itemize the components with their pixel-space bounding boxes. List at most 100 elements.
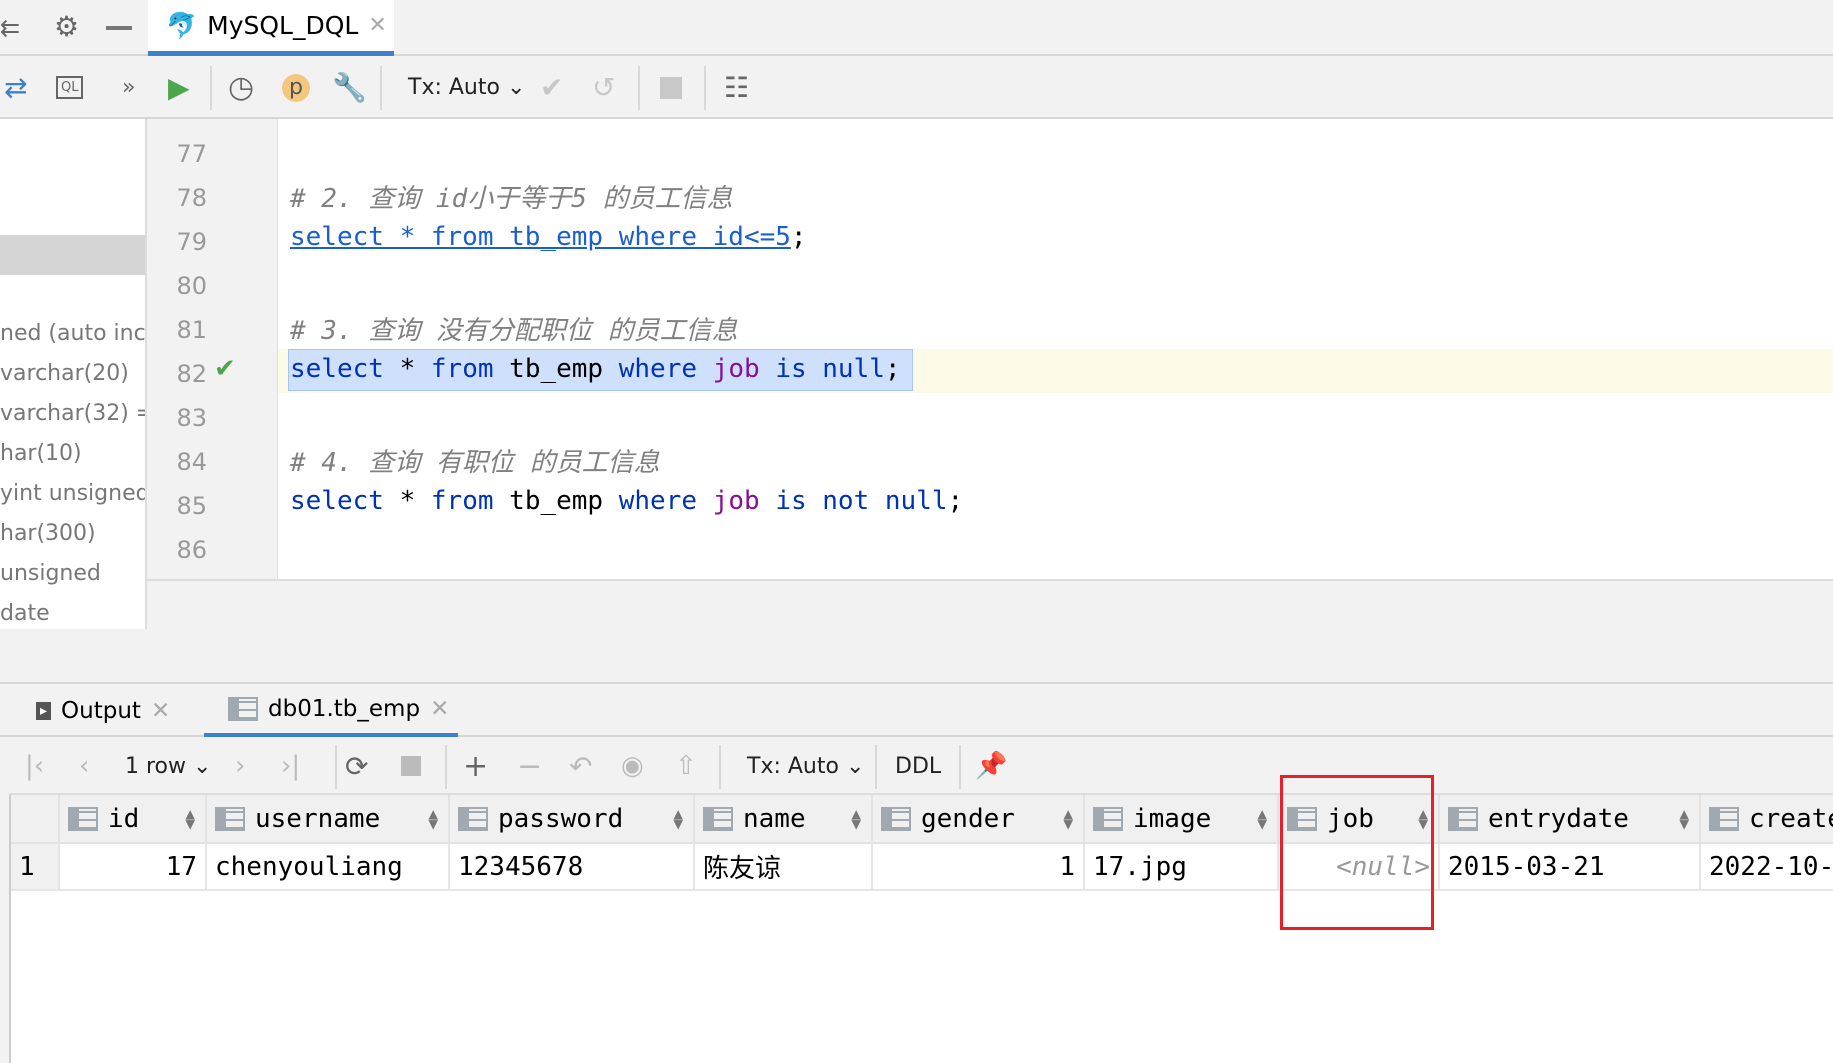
cell-image[interactable]: 17.jpg: [1085, 844, 1279, 891]
pin-icon[interactable]: 📌: [975, 737, 1007, 795]
column-info[interactable]: unsigned: [0, 561, 101, 586]
code-token: from: [430, 486, 494, 516]
code-line[interactable]: select * from tb_emp where job is null;: [290, 354, 901, 384]
sort-icon[interactable]: ▲ ▼: [1063, 805, 1073, 831]
line-number: 77: [176, 140, 207, 168]
more-icon[interactable]: »: [122, 56, 135, 119]
column-header-name[interactable]: name ▲ ▼: [695, 795, 873, 844]
sort-icon[interactable]: ▲ ▼: [851, 805, 861, 831]
code-line[interactable]: # 4. 查询 有职位 的员工信息: [290, 442, 660, 479]
cell-entrydate[interactable]: 2015-03-21: [1440, 844, 1701, 891]
column-header-password[interactable]: password ▲ ▼: [450, 795, 695, 844]
code-token: is not null: [775, 486, 948, 516]
column-info[interactable]: varchar(20): [0, 361, 129, 386]
tab-mysql-dql[interactable]: 🐬 MySQL_DQL ✕: [148, 0, 394, 56]
close-icon[interactable]: ✕: [430, 696, 449, 722]
preview-icon[interactable]: ◉: [621, 737, 644, 795]
close-icon[interactable]: ✕: [151, 698, 170, 724]
refresh-icon[interactable]: ⟳: [345, 737, 368, 795]
code-token: select * from tb_emp where id<=5: [290, 222, 791, 252]
add-row-icon[interactable]: +: [463, 737, 488, 795]
tx-mode-dropdown[interactable]: Tx: Auto ⌄: [747, 737, 864, 795]
cell-password[interactable]: 12345678: [450, 844, 695, 891]
sort-icon[interactable]: ▲ ▼: [1257, 805, 1267, 831]
code-line[interactable]: # 2. 查询 id小于等于5 的员工信息: [290, 178, 733, 215]
table-view-icon[interactable]: ☷: [724, 56, 749, 119]
code-token: select: [290, 354, 384, 384]
column-info[interactable]: har(300): [0, 521, 96, 546]
prev-page-icon[interactable]: ‹: [79, 737, 89, 795]
rollback-icon[interactable]: ↺: [592, 56, 615, 119]
tx-mode-label: Tx: Auto: [747, 753, 839, 779]
next-page-icon[interactable]: ›: [235, 737, 245, 795]
splitter[interactable]: [147, 579, 1833, 682]
column-icon: [1709, 806, 1739, 831]
column-icon: [881, 806, 911, 831]
revert-icon[interactable]: ↶: [569, 737, 592, 795]
sync-icon[interactable]: ⇄: [4, 56, 27, 119]
code-token: ;: [790, 222, 807, 252]
column-icon: [703, 806, 733, 831]
row-number[interactable]: 1: [11, 844, 60, 891]
column-icon: [458, 806, 488, 831]
ddl-button[interactable]: DDL: [895, 737, 941, 795]
parameters-icon[interactable]: p: [282, 56, 310, 119]
column-header-entrydate[interactable]: entrydate ▲ ▼: [1440, 795, 1701, 844]
code-token: is null: [775, 354, 885, 384]
stop-icon[interactable]: [660, 56, 682, 119]
tx-mode-dropdown[interactable]: Tx: Auto ⌄: [408, 56, 525, 119]
submit-icon[interactable]: ⇧: [675, 737, 697, 795]
column-header-create[interactable]: create▲▼: [1701, 795, 1833, 844]
run-icon[interactable]: ▶: [168, 56, 190, 119]
cell-name[interactable]: 陈友谅: [695, 844, 873, 891]
sort-icon[interactable]: ▲ ▼: [673, 805, 683, 831]
column-header-id[interactable]: id ▲ ▼: [60, 795, 207, 844]
tab-output[interactable]: ▸ Output ✕: [36, 684, 170, 737]
stop-icon[interactable]: [401, 737, 421, 795]
code-line[interactable]: # 3. 查询 没有分配职位 的员工信息: [290, 310, 738, 347]
cell-gender[interactable]: 1: [873, 844, 1085, 891]
sort-icon[interactable]: ▲ ▼: [428, 805, 438, 831]
tab-db01-tb-emp[interactable]: db01.tb_emp ✕: [204, 684, 458, 737]
tab-label: Output: [61, 697, 141, 724]
sort-icon[interactable]: ▲ ▼: [1679, 805, 1689, 831]
column-header-image[interactable]: image ▲ ▼: [1085, 795, 1279, 844]
selected-row[interactable]: [0, 235, 145, 275]
line-number: 82: [176, 360, 207, 388]
column-info[interactable]: date: [0, 601, 50, 626]
column-info[interactable]: yint unsigned: [0, 481, 145, 506]
commit-icon[interactable]: ✔: [540, 56, 563, 119]
collapse-icon[interactable]: ⇇: [0, 14, 20, 42]
rows-dropdown[interactable]: 1 row ⌄: [125, 737, 211, 795]
rows-label: 1 row: [125, 753, 187, 779]
code-token: # 2. 查询 id小于等于5 的员工信息: [290, 184, 733, 214]
gear-icon[interactable]: ⚙: [54, 10, 79, 43]
column-name: name: [743, 803, 806, 834]
cell-create[interactable]: 2022-10-: [1701, 844, 1833, 891]
cell-username[interactable]: chenyouliang: [207, 844, 450, 891]
column-info[interactable]: varchar(32) = ': [0, 401, 145, 426]
line-number: 80: [176, 272, 207, 300]
wrench-icon[interactable]: 🔧: [332, 56, 367, 119]
first-page-icon[interactable]: |‹: [25, 737, 44, 795]
delete-row-icon[interactable]: −: [517, 737, 542, 795]
column-header-gender[interactable]: gender ▲ ▼: [873, 795, 1085, 844]
tx-mode-label: Tx: Auto: [408, 75, 500, 100]
column-header-username[interactable]: username ▲ ▼: [207, 795, 450, 844]
code-line[interactable]: select * from tb_emp where job is not nu…: [290, 486, 963, 516]
sort-icon[interactable]: ▲ ▼: [185, 805, 195, 831]
last-page-icon[interactable]: ›|: [281, 737, 300, 795]
column-icon: [68, 806, 98, 831]
minimize-icon[interactable]: [106, 26, 132, 30]
column-info[interactable]: har(10): [0, 441, 82, 466]
cell-id[interactable]: 17: [60, 844, 207, 891]
code-token: ;: [884, 354, 901, 384]
close-icon[interactable]: ✕: [368, 13, 386, 38]
history-icon[interactable]: ◷: [228, 56, 254, 119]
column-info[interactable]: ned (auto incr: [0, 321, 145, 346]
success-check-icon: ✔: [214, 354, 236, 384]
code-line[interactable]: select * from tb_emp where id<=5;: [290, 222, 807, 252]
line-number: 79: [176, 228, 207, 256]
code-token: *: [383, 486, 431, 516]
ql-console-icon[interactable]: QL: [56, 56, 84, 119]
